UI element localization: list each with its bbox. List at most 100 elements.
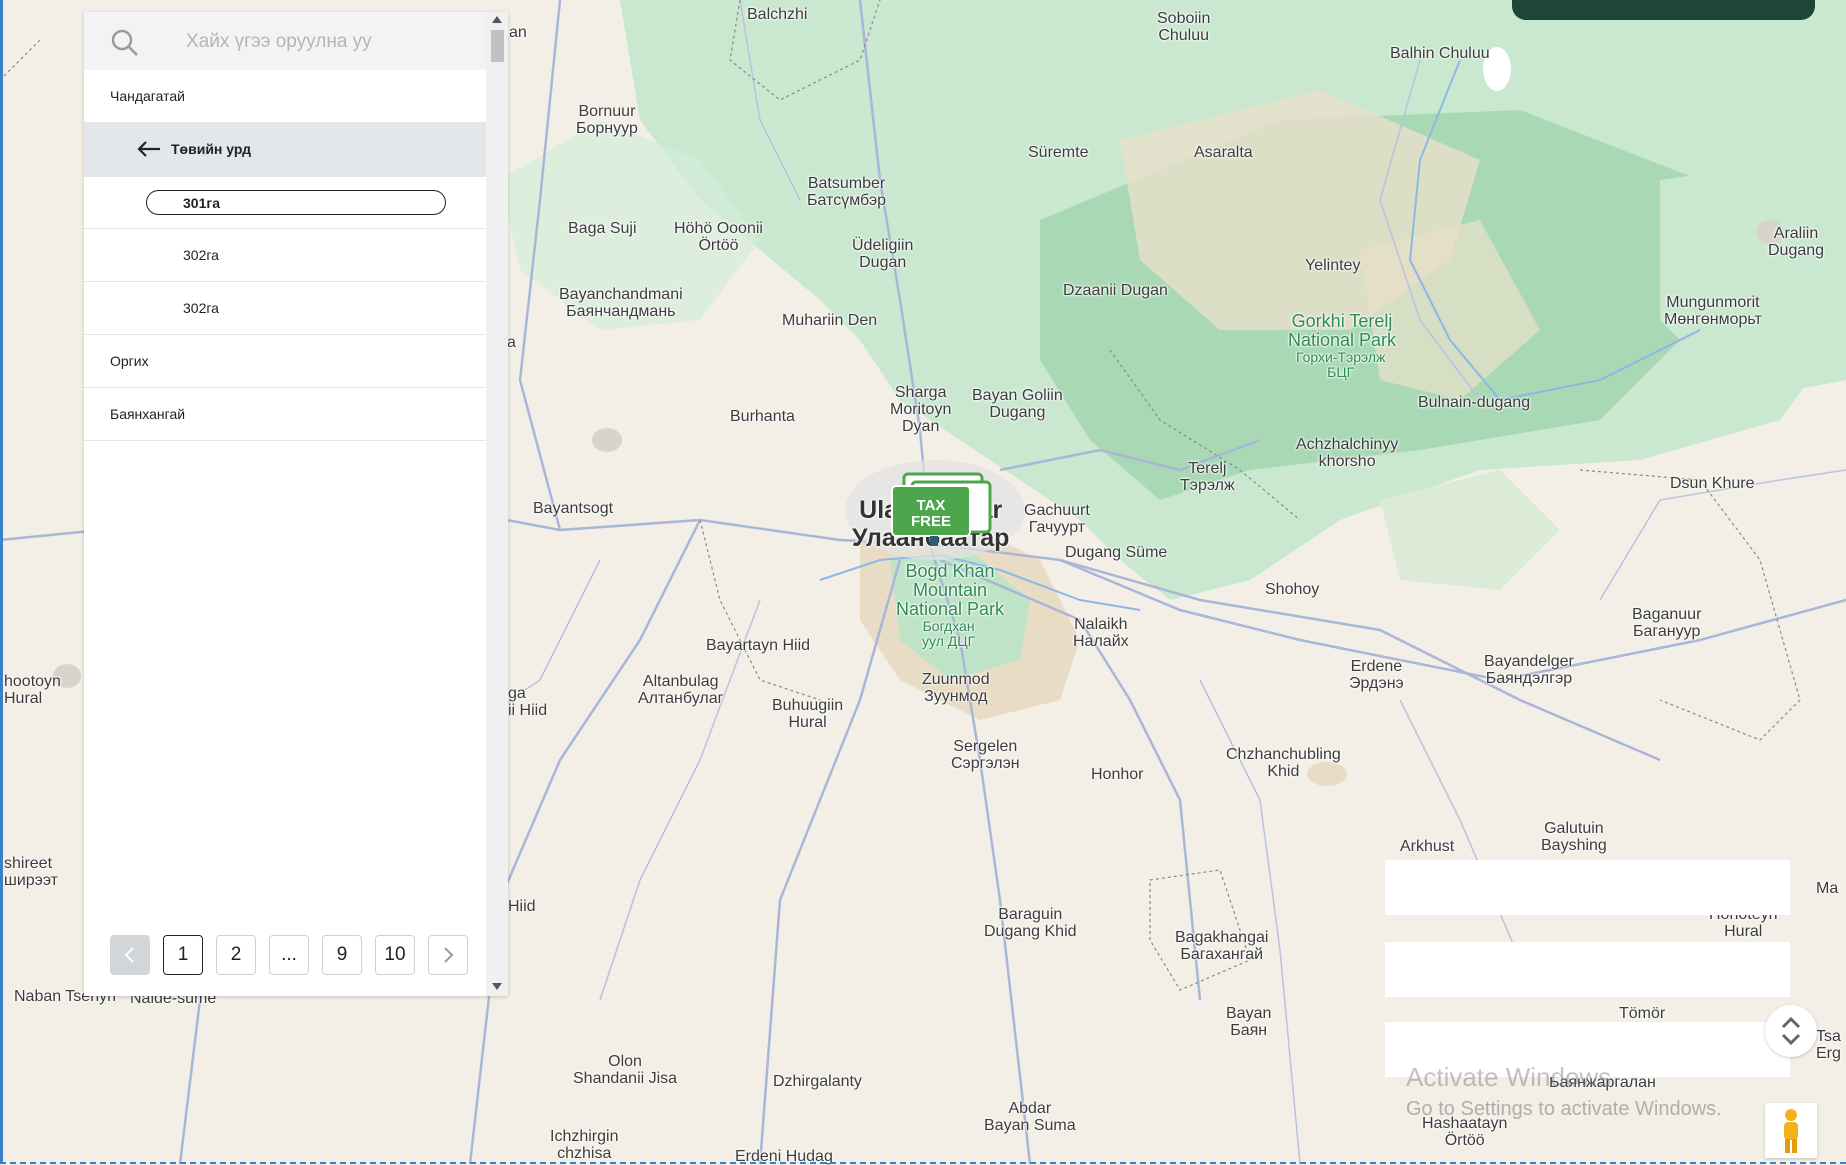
list-item-label: Чандагатай [110,88,185,104]
fullscreen-button[interactable] [1765,1005,1817,1057]
place-label: Zuunmod Зуунмод [922,671,990,705]
place-label: Tsa Erg [1816,1028,1841,1062]
top-right-button[interactable] [1512,0,1815,20]
page-button-2[interactable]: 2 [216,935,256,975]
scroll-up-icon[interactable] [492,16,502,23]
fullscreen-icon [1781,1016,1801,1046]
pegman-icon [1784,1109,1798,1153]
place-label: Arkhust [1400,838,1455,855]
place-label: Hiid [508,898,536,915]
place-label: Baga Suji [568,220,637,237]
place-label: Bayan Goliin Dugang [972,387,1063,421]
place-label: Bayanchandmani Баянчандмань [559,286,683,320]
place-label: Dzaanii Dugan [1063,282,1168,299]
list-item-label: 302га [183,247,219,263]
marker-text: FREE [910,513,951,530]
place-label: Shohoy [1265,581,1320,598]
location-panel: Чандагатай Төвийн урд 301га 302га 302га … [84,12,508,996]
place-label: Batsumber Батсүмбэр [807,175,887,209]
list-item[interactable]: Баянхангай [84,388,486,441]
activate-windows-subtitle: Go to Settings to activate Windows. [1406,1098,1722,1120]
place-label: Bayan Баян [1226,1005,1272,1039]
list-item-label: Төвийн урд [171,141,251,157]
location-list: Чандагатай Төвийн урд 301га 302га 302га … [84,70,486,441]
tax-free-marker[interactable]: TAX FREE [890,472,1000,546]
list-item-label: Баянхангай [110,406,186,422]
place-label: Gachuurt Гачуурт [1024,502,1090,536]
place-label: Araliin Dugang [1768,225,1825,259]
place-label: an [509,24,527,41]
prev-page-button[interactable] [110,935,150,975]
place-label: Honhor [1091,766,1144,783]
place-label: Sergelen Сэргэлэн [951,738,1020,772]
page-button-9[interactable]: 9 [322,935,362,975]
activate-windows-title: Activate Windows [1406,1062,1612,1092]
place-label: a [507,334,516,351]
back-item[interactable]: Төвийн урд [84,123,486,177]
place-label: Bulnain-dugang [1418,394,1531,411]
page-ellipsis[interactable]: ... [269,935,309,975]
arrow-left-icon [137,141,160,157]
list-item[interactable]: Оргих [84,335,486,388]
list-item[interactable]: 302га [84,282,486,335]
place-label: Süremte [1028,144,1089,161]
place-label: Bornuur Борнуур [576,103,638,137]
next-page-button[interactable] [428,935,468,975]
place-label: Burhanta [730,408,795,425]
info-bar [1385,860,1790,915]
scroll-down-icon[interactable] [492,983,502,990]
marker-text: TAX [916,497,946,514]
panel-scrollbar[interactable] [486,12,508,996]
place-label: Buhuugiin Hural [772,697,844,731]
place-label: Soboiin Chuluu [1157,10,1211,44]
park-label-local: Горхи-Тэрэлж БЦГ [1296,349,1386,380]
place-label: Erdeni Hudag [735,1148,833,1165]
place-label: Üdeligiin Dugan [852,237,914,271]
info-bar [1385,942,1790,997]
place-label: ga ii Hiid [508,685,548,719]
place-label: Mungunmorit Мөнгөнморьт [1664,294,1762,328]
street-view-button[interactable] [1765,1103,1817,1158]
place-label: Bagakhangai Багахангай [1175,929,1269,963]
place-label: Muhariin Den [782,312,878,329]
place-label: Höhö Ooonii Örtöö [674,220,763,254]
list-item-selected[interactable]: 301га [84,177,486,229]
page-button-1[interactable]: 1 [163,935,203,975]
place-label: Bayantsogt [533,500,614,517]
page-button-10[interactable]: 10 [375,935,415,975]
list-item-label: 302га [183,300,219,316]
place-label: Bayandelger Баяндэлгэр [1484,653,1574,687]
place-label: Sharga Moritoyn Dyan [890,384,952,435]
place-label: Olon Shandanii Jisa [573,1053,678,1087]
scroll-thumb[interactable] [491,30,504,62]
chevron-left-icon [124,947,134,963]
list-item-label: Оргих [110,353,149,369]
park-label: Gorkhi Terelj National Park [1288,311,1397,350]
park-label-local: Богдхан уул ДЦГ [922,618,976,649]
park-label: Bogd Khan Mountain National Park [896,561,1005,619]
search-icon [111,29,138,56]
place-label: Balchzhi [747,6,808,23]
place-label: Altanbulag Алтанбулаг [638,673,724,707]
place-label: Nalaikh Налайх [1073,616,1129,650]
place-label: Dugang Süme [1065,544,1168,561]
search-bar [84,12,486,70]
place-label: Galutuin Bayshing [1541,820,1607,854]
list-item[interactable]: Чандагатай [84,70,486,123]
search-input[interactable] [184,26,478,58]
place-label: hootoyn Hural [4,673,61,707]
place-label: Balhin Chuluu [1390,45,1490,62]
place-label: Bayartayn Hiid [706,637,811,654]
chevron-right-icon [444,947,454,963]
place-label: Asaralta [1194,144,1253,161]
list-item[interactable]: 302га [84,229,486,282]
place-label: Tömör [1619,1005,1666,1022]
list-item-label: 301га [183,195,220,211]
place-label: Terelj Тэрэлж [1180,460,1235,494]
place-label: Chzhanchubling Khid [1226,746,1341,780]
place-label: Achzhalchinyy khorsho [1296,436,1399,470]
place-label: Baganuur Багануур [1632,606,1702,640]
place-label: Yelintey [1305,257,1361,274]
place-label: Abdar Bayan Suma [984,1100,1076,1134]
place-label: Dzhirgalanty [773,1073,862,1090]
